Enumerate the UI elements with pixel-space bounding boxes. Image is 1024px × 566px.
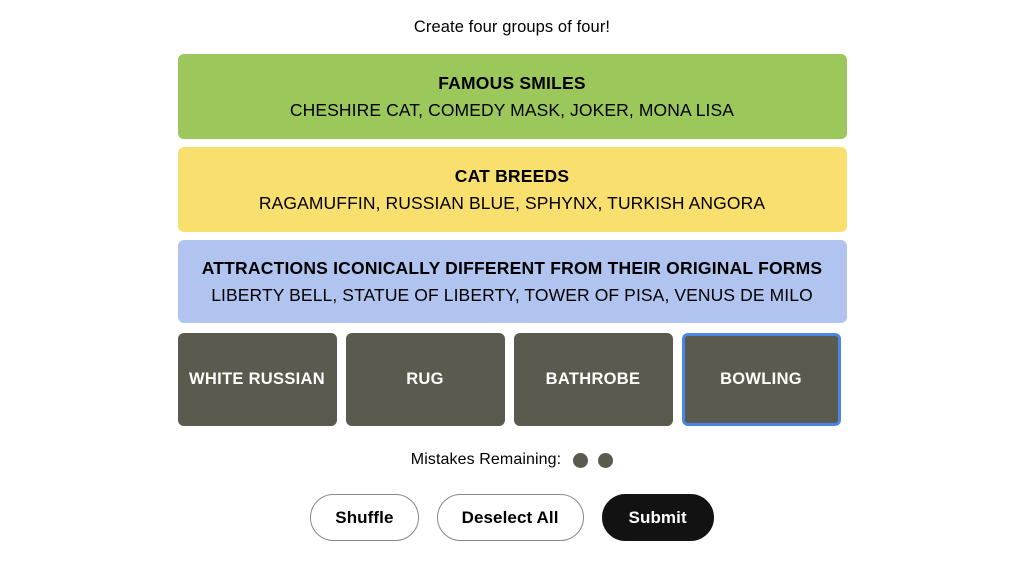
category-members: RAGAMUFFIN, RUSSIAN BLUE, SPHYNX, TURKIS…	[258, 192, 766, 213]
category-title: FAMOUS SMILES	[438, 72, 586, 93]
category-title: ATTRACTIONS ICONICALLY DIFFERENT FROM TH…	[201, 257, 823, 278]
submit-button[interactable]: Submit	[601, 494, 714, 541]
shuffle-button[interactable]: Shuffle	[310, 494, 419, 541]
mistakes-label: Mistakes Remaining:	[410, 451, 562, 468]
mistakes-dots	[573, 452, 614, 468]
solved-category-green: FAMOUS SMILES CHESHIRE CAT, COMEDY MASK,…	[177, 54, 847, 139]
connections-game-screen: Create four groups of four! FAMOUS SMILE…	[0, 0, 1024, 566]
solved-category-blue: ATTRACTIONS ICONICALLY DIFFERENT FROM TH…	[177, 240, 847, 323]
solved-category-yellow: CAT BREEDS RAGAMUFFIN, RUSSIAN BLUE, SPH…	[177, 147, 847, 232]
category-members: CHESHIRE CAT, COMEDY MASK, JOKER, MONA L…	[289, 99, 735, 120]
deselect-all-button[interactable]: Deselect All	[436, 494, 584, 541]
mistakes-remaining: Mistakes Remaining:	[410, 451, 614, 469]
mistake-dot-1	[573, 452, 589, 468]
game-board: FAMOUS SMILES CHESHIRE CAT, COMEDY MASK,…	[177, 54, 847, 426]
mistake-dot-2	[598, 452, 614, 468]
word-tile-rug[interactable]: RUG	[345, 333, 505, 426]
tile-row: WHITE RUSSIAN RUG BATHROBE BOWLING	[177, 333, 847, 426]
game-prompt: Create four groups of four!	[413, 18, 611, 36]
category-title: CAT BREEDS	[454, 165, 570, 186]
word-tile-bowling[interactable]: BOWLING	[681, 333, 841, 426]
action-buttons: Shuffle Deselect All Submit	[310, 494, 714, 541]
category-members: LIBERTY BELL, STATUE OF LIBERTY, TOWER O…	[211, 284, 813, 305]
word-tile-bathrobe[interactable]: BATHROBE	[513, 333, 673, 426]
word-tile-white-russian[interactable]: WHITE RUSSIAN	[177, 333, 337, 426]
